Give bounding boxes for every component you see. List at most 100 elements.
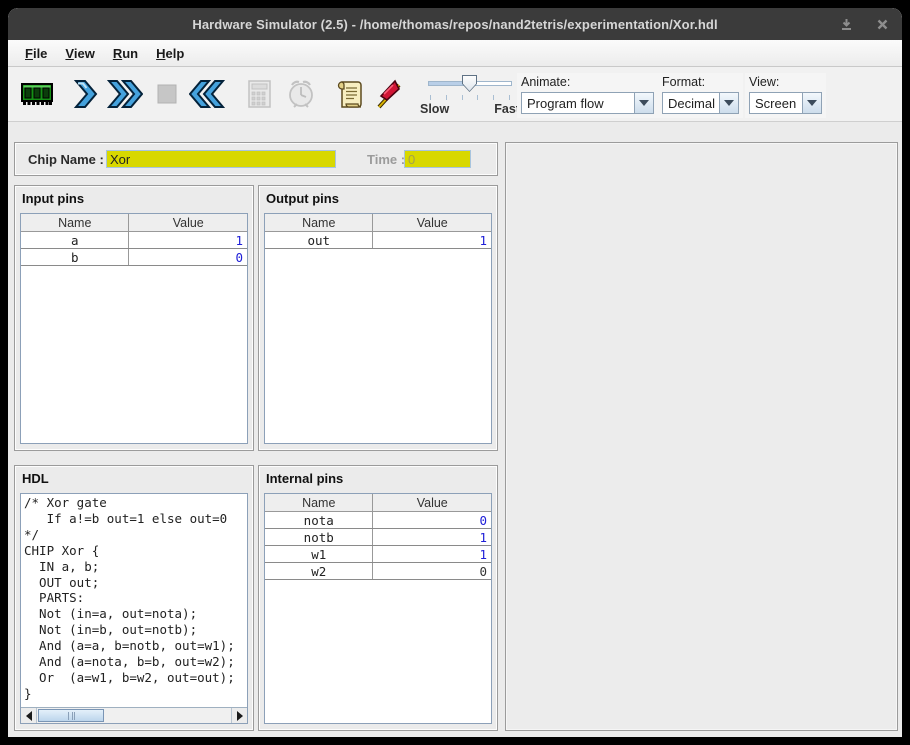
load-chip-icon: [19, 77, 55, 111]
input-pins-col-name: Name: [21, 214, 129, 231]
toolbar: Slow Fast Animate: Program flow Format: …: [8, 67, 902, 122]
hdl-code-line: Not (in=a, out=nota);: [24, 606, 247, 622]
hdl-code-line: If a!=b out=1 else out=0: [24, 511, 247, 527]
scroll-right-button[interactable]: [231, 708, 247, 723]
chip-name-label: Chip Name :: [28, 152, 104, 167]
output-pins-table: Name Value out 1: [264, 213, 492, 444]
load-chip-button[interactable]: [18, 74, 56, 114]
window-title: Hardware Simulator (2.5) - /home/thomas/…: [192, 17, 717, 32]
view-dropdown[interactable]: Screen: [749, 92, 822, 114]
menu-bar: File View Run Help: [8, 40, 902, 67]
run-button[interactable]: [106, 74, 144, 114]
breakpoints-button[interactable]: [370, 74, 408, 114]
app-window: Hardware Simulator (2.5) - /home/thomas/…: [8, 8, 902, 737]
scroll-right-icon: [237, 711, 243, 721]
animate-value: Program flow: [522, 93, 634, 113]
pin-value[interactable]: 1: [373, 529, 491, 545]
hdl-code-line: /* Xor gate: [24, 495, 247, 511]
slider-slow-label: Slow: [420, 102, 449, 116]
reset-button[interactable]: [188, 74, 226, 114]
close-button[interactable]: [874, 16, 890, 32]
speed-slider-ticks: [430, 95, 510, 100]
menu-help[interactable]: Help: [147, 42, 193, 65]
view-script-icon: [333, 77, 365, 111]
pin-value[interactable]: 0: [373, 563, 491, 579]
menu-run[interactable]: Run: [104, 42, 147, 65]
format-label: Format:: [662, 75, 739, 89]
pin-value[interactable]: 1: [373, 546, 491, 562]
pin-name: a: [21, 232, 129, 248]
breakpoints-flag-icon: [372, 77, 406, 111]
chevron-down-icon: [724, 100, 734, 106]
clock-icon: [284, 77, 318, 111]
pin-value[interactable]: 1: [373, 232, 491, 248]
output-pins-panel: Output pins Name Value out 1: [258, 185, 498, 451]
hdl-code: /* Xor gate If a!=b out=1 else out=0 */ …: [21, 494, 247, 707]
internal-pins-col-value: Value: [373, 494, 491, 511]
view-value: Screen: [750, 93, 802, 113]
chevron-down-icon: [807, 100, 817, 106]
view-script-button[interactable]: [330, 74, 368, 114]
animate-group: Animate: Program flow: [517, 73, 658, 118]
scroll-left-button[interactable]: [21, 708, 37, 723]
chip-view-panel: [505, 142, 898, 731]
title-bar[interactable]: Hardware Simulator (2.5) - /home/thomas/…: [8, 8, 902, 40]
chip-name-field[interactable]: Xor: [106, 150, 336, 168]
output-pin-row: out 1: [265, 232, 491, 249]
view-dropdown-arrow[interactable]: [802, 93, 821, 113]
main-content: Chip Name : Xor Time : 0 Input pins Name…: [8, 123, 902, 737]
scroll-left-icon: [26, 711, 32, 721]
scrollbar-grip-icon: [68, 712, 75, 720]
animate-dropdown[interactable]: Program flow: [521, 92, 654, 114]
animate-dropdown-arrow[interactable]: [634, 93, 653, 113]
stop-button[interactable]: [148, 74, 186, 114]
chip-header-panel: Chip Name : Xor Time : 0: [14, 142, 498, 176]
hdl-code-line: OUT out;: [24, 575, 247, 591]
hdl-horizontal-scrollbar[interactable]: [21, 707, 247, 723]
time-field: 0: [404, 150, 471, 168]
format-dropdown-arrow[interactable]: [719, 93, 738, 113]
pin-name: b: [21, 249, 129, 265]
internal-pin-row: notb 1: [265, 529, 491, 546]
internal-pin-row: nota 0: [265, 512, 491, 529]
hdl-code-area[interactable]: /* Xor gate If a!=b out=1 else out=0 */ …: [20, 493, 248, 724]
reset-icon: [189, 78, 225, 110]
view-label: View:: [749, 75, 822, 89]
speed-slider-thumb[interactable]: [462, 75, 477, 92]
internal-pins-table: Name Value nota 0 notb 1: [264, 493, 492, 724]
animate-label: Animate:: [521, 75, 654, 89]
pin-value[interactable]: 0: [129, 249, 247, 265]
hdl-panel: HDL /* Xor gate If a!=b out=1 else out=0…: [14, 465, 254, 731]
hdl-code-line: */: [24, 527, 247, 543]
scrollbar-thumb[interactable]: [38, 709, 104, 722]
output-pins-col-value: Value: [373, 214, 491, 231]
internal-pins-col-name: Name: [265, 494, 373, 511]
hdl-code-line: Or (a=w1, b=w2, out=out);: [24, 670, 247, 686]
menu-view[interactable]: View: [56, 42, 103, 65]
input-pin-row: b 0: [21, 249, 247, 266]
single-step-button[interactable]: [66, 74, 104, 114]
pin-name: nota: [265, 512, 373, 528]
pin-name: w1: [265, 546, 373, 562]
window-controls: [838, 8, 890, 40]
minimize-icon: [840, 18, 853, 31]
calculator-button[interactable]: [240, 74, 278, 114]
input-pins-panel: Input pins Name Value a 1 b: [14, 185, 254, 451]
internal-pin-row: w1 1: [265, 546, 491, 563]
hdl-code-line: }: [24, 686, 247, 702]
pin-value[interactable]: 1: [129, 232, 247, 248]
format-dropdown[interactable]: Decimal: [662, 92, 739, 114]
minimize-button[interactable]: [838, 16, 854, 32]
clock-button[interactable]: [282, 74, 320, 114]
speed-slider-group: Slow Fast: [420, 71, 520, 119]
menu-file[interactable]: File: [16, 42, 56, 65]
run-icon: [107, 78, 143, 110]
input-pin-row: a 1: [21, 232, 247, 249]
pin-value[interactable]: 0: [373, 512, 491, 528]
input-pins-table: Name Value a 1 b 0: [20, 213, 248, 444]
pin-name: notb: [265, 529, 373, 545]
hdl-code-line: Not (in=b, out=notb);: [24, 622, 247, 638]
hdl-title: HDL: [15, 466, 253, 486]
output-pins-col-name: Name: [265, 214, 373, 231]
view-group: View: Screen: [745, 73, 826, 118]
